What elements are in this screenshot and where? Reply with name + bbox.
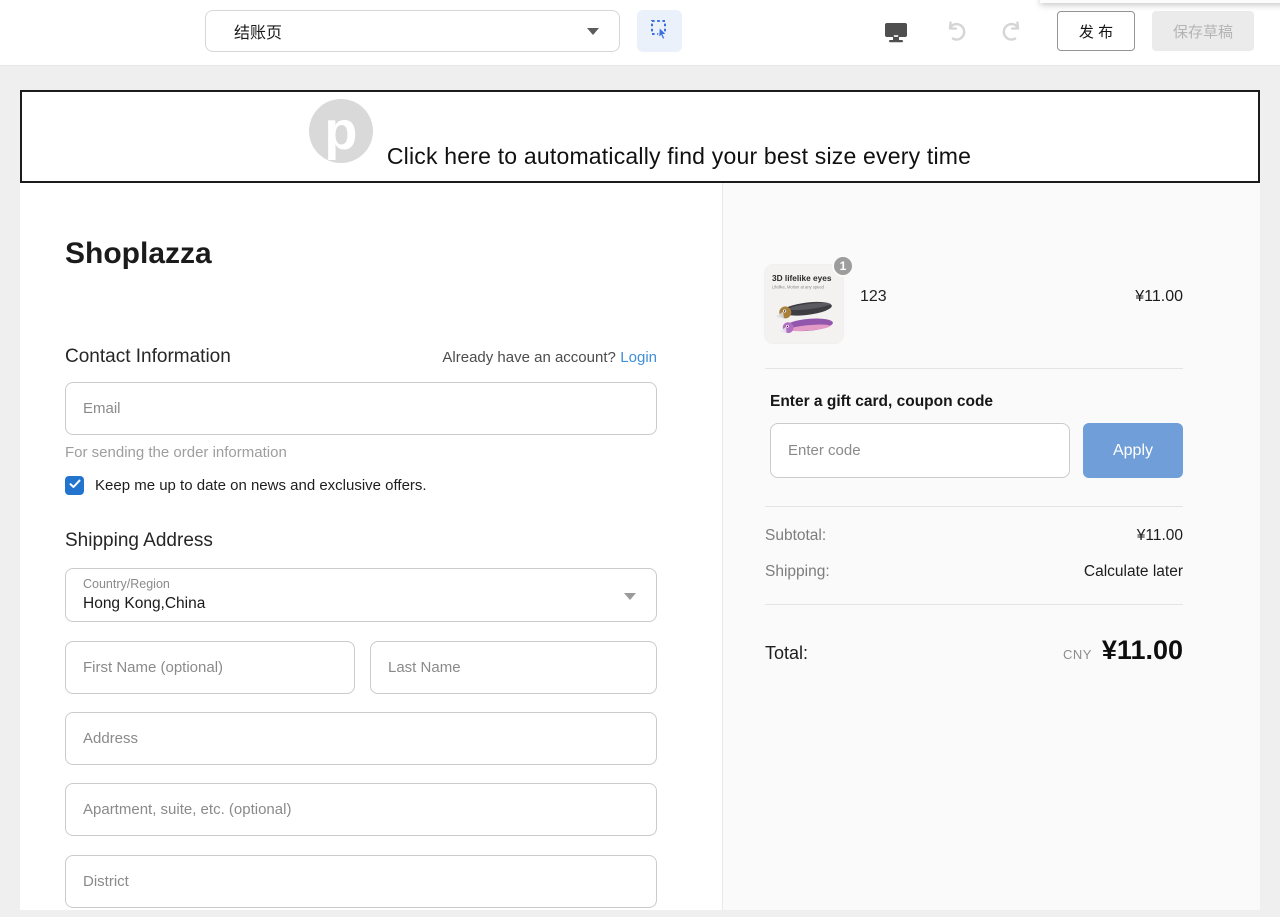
checkout-form-panel: Shoplazza Contact Information Already ha…	[20, 183, 722, 910]
coupon-label: Enter a gift card, coupon code	[770, 393, 993, 411]
page-type-select[interactable]: 结账页	[205, 10, 620, 52]
divider	[765, 506, 1183, 507]
check-icon	[69, 477, 81, 495]
redo-button[interactable]	[995, 16, 1029, 50]
save-draft-button[interactable]: 保存草稿	[1152, 11, 1254, 51]
total-label: Total:	[765, 643, 808, 664]
total-row: Total: CNY ¥11.00	[765, 635, 1183, 666]
currency-code: CNY	[1063, 647, 1092, 662]
undo-button[interactable]	[939, 16, 973, 50]
country-region-select[interactable]: Country/Region Hong Kong,China	[65, 568, 657, 622]
first-name-field[interactable]	[65, 641, 355, 694]
svg-text:Lifelike, Motion at any speed: Lifelike, Motion at any speed	[772, 285, 825, 290]
product-name: 123	[860, 288, 887, 306]
quantity-badge: 1	[832, 255, 854, 277]
subtotal-value: ¥11.00	[1137, 527, 1183, 545]
subtotal-row: Subtotal: ¥11.00	[765, 527, 1183, 545]
page-type-select-value: 结账页	[234, 19, 587, 43]
email-helper-text: For sending the order information	[65, 444, 287, 461]
product-price: ¥11.00	[1135, 288, 1183, 306]
checkout-preview: p Click here to automatically find your …	[20, 90, 1260, 910]
shipping-heading: Shipping Address	[65, 530, 213, 552]
coupon-code-field[interactable]	[770, 423, 1070, 478]
contact-header: Contact Information Already have an acco…	[65, 346, 657, 368]
login-link[interactable]: Login	[620, 349, 657, 366]
caret-down-icon	[587, 28, 599, 35]
promo-banner-text: Click here to automatically find your be…	[387, 143, 971, 170]
total-amount-group: CNY ¥11.00	[1063, 635, 1183, 666]
email-field[interactable]	[65, 382, 657, 435]
undo-icon	[942, 18, 970, 49]
country-region-value: Hong Kong,China	[83, 595, 205, 613]
last-name-field[interactable]	[370, 641, 657, 694]
divider	[765, 604, 1183, 605]
caret-down-icon	[624, 593, 636, 600]
apartment-field[interactable]	[65, 783, 657, 836]
store-name: Shoplazza	[65, 237, 212, 271]
apply-coupon-button[interactable]: Apply	[1083, 423, 1183, 478]
account-prompt: Already have an account?	[442, 349, 615, 366]
newsletter-checkbox[interactable]	[65, 476, 84, 495]
promo-banner[interactable]: p Click here to automatically find your …	[20, 90, 1260, 183]
shipping-label: Shipping:	[765, 563, 830, 581]
newsletter-row: Keep me up to date on news and exclusive…	[65, 476, 427, 495]
subtotal-label: Subtotal:	[765, 527, 826, 545]
device-preview-button[interactable]	[879, 16, 913, 50]
country-region-label: Country/Region	[83, 577, 170, 591]
divider	[765, 368, 1183, 369]
editor-toolbar: 结账页	[0, 0, 1280, 66]
newsletter-label: Keep me up to date on news and exclusive…	[95, 477, 427, 494]
shipping-value: Calculate later	[1084, 563, 1183, 581]
promo-logo-icon: p	[309, 99, 373, 163]
element-select-tool-button[interactable]	[637, 10, 682, 52]
shipping-row: Shipping: Calculate later	[765, 563, 1183, 581]
address-field[interactable]	[65, 712, 657, 765]
account-prompt-group: Already have an account? Login	[442, 349, 657, 367]
monitor-icon	[882, 18, 910, 49]
redo-icon	[998, 18, 1026, 49]
total-value: ¥11.00	[1102, 635, 1183, 666]
marquee-cursor-icon	[648, 17, 672, 46]
overlay-card-edge	[1040, 0, 1280, 3]
district-field[interactable]	[65, 855, 657, 908]
contact-heading: Contact Information	[65, 346, 231, 368]
svg-text:3D lifelike eyes: 3D lifelike eyes	[772, 273, 832, 283]
publish-button[interactable]: 发 布	[1057, 11, 1135, 51]
order-summary-panel: 3D lifelike eyes Lifelike, Motion at any…	[722, 183, 1260, 910]
product-thumbnail: 3D lifelike eyes Lifelike, Motion at any…	[765, 265, 843, 343]
